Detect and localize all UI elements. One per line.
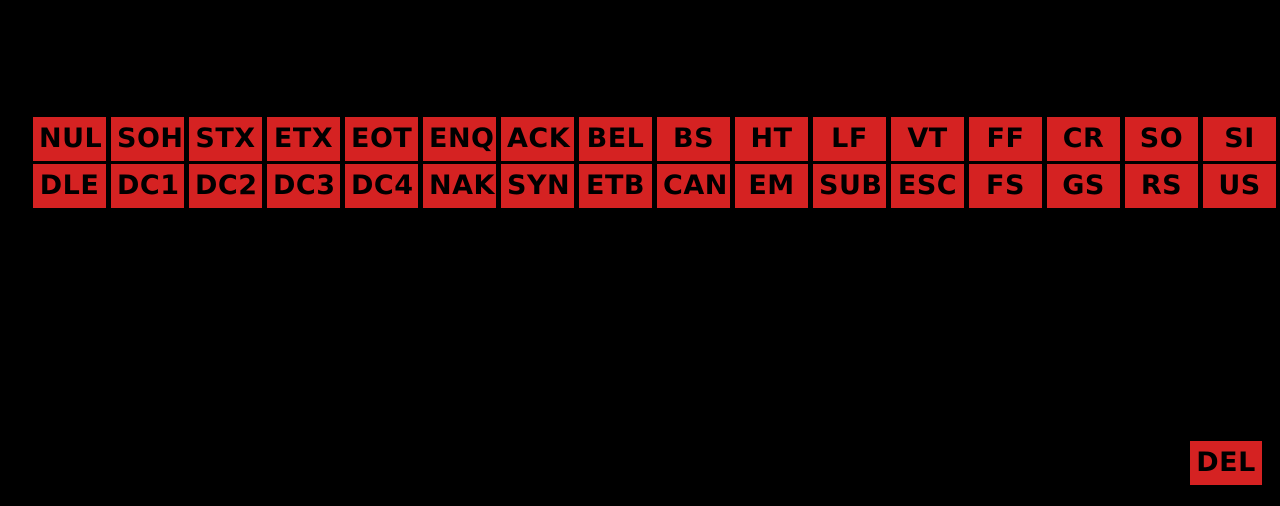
control-cell[interactable]: SI [1203, 117, 1276, 161]
control-cell[interactable]: SUB [813, 164, 886, 208]
control-cell[interactable]: SO [1125, 117, 1198, 161]
control-row-0: NUL SOH STX ETX EOT ENQ ACK BEL BS HT LF… [33, 117, 1276, 161]
control-cell[interactable]: CR [1047, 117, 1120, 161]
control-cell[interactable]: DC4 [345, 164, 418, 208]
control-cell[interactable]: FF [969, 117, 1042, 161]
control-cell[interactable]: LF [813, 117, 886, 161]
control-cell[interactable]: HT [735, 117, 808, 161]
control-cell[interactable]: ENQ [423, 117, 496, 161]
control-cell[interactable]: RS [1125, 164, 1198, 208]
chart-canvas: NUL SOH STX ETX EOT ENQ ACK BEL BS HT LF… [0, 0, 1280, 506]
control-cell[interactable]: ETB [579, 164, 652, 208]
control-cell[interactable]: SYN [501, 164, 574, 208]
control-cell[interactable]: CAN [657, 164, 730, 208]
control-row-1: DLE DC1 DC2 DC3 DC4 NAK SYN ETB CAN EM S… [33, 164, 1276, 208]
control-cell[interactable]: NUL [33, 117, 106, 161]
control-cell-del[interactable]: DEL [1190, 441, 1262, 485]
control-cell[interactable]: DC2 [189, 164, 262, 208]
control-cell[interactable]: VT [891, 117, 964, 161]
control-cell[interactable]: DC3 [267, 164, 340, 208]
del-cell-wrapper: DEL [1190, 441, 1262, 485]
control-cell[interactable]: ESC [891, 164, 964, 208]
control-cell[interactable]: ETX [267, 117, 340, 161]
ascii-control-grid: NUL SOH STX ETX EOT ENQ ACK BEL BS HT LF… [33, 117, 1276, 208]
control-cell[interactable]: GS [1047, 164, 1120, 208]
control-cell[interactable]: EM [735, 164, 808, 208]
control-cell[interactable]: NAK [423, 164, 496, 208]
control-cell[interactable]: EOT [345, 117, 418, 161]
control-cell[interactable]: DLE [33, 164, 106, 208]
control-cell[interactable]: BS [657, 117, 730, 161]
control-cell[interactable]: STX [189, 117, 262, 161]
control-cell[interactable]: ACK [501, 117, 574, 161]
control-cell[interactable]: DC1 [111, 164, 184, 208]
control-cell[interactable]: SOH [111, 117, 184, 161]
control-cell[interactable]: BEL [579, 117, 652, 161]
control-cell[interactable]: FS [969, 164, 1042, 208]
control-cell[interactable]: US [1203, 164, 1276, 208]
